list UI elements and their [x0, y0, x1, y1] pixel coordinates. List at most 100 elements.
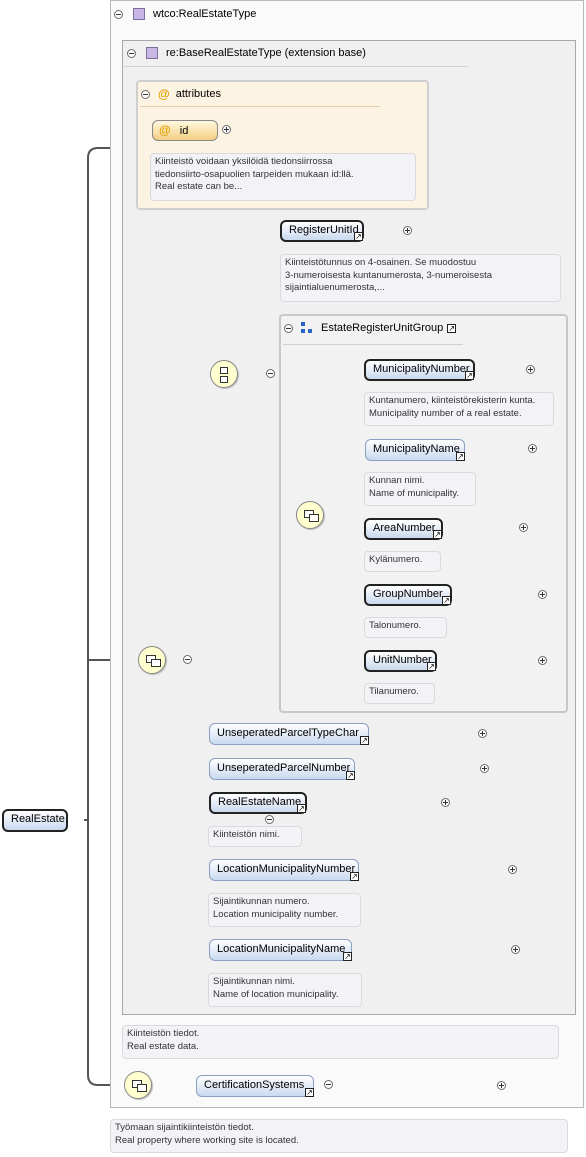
element-label: AreaNumber	[373, 522, 436, 534]
collapse-icon[interactable]	[323, 1080, 333, 1089]
group-header-underline	[283, 344, 463, 345]
collapse-icon[interactable]	[141, 89, 150, 99]
attribute-icon: @	[159, 123, 171, 137]
extension-base-name: re:BaseRealEstateType (extension base)	[166, 47, 366, 59]
reference-icon: ↗	[346, 771, 355, 780]
collapse-icon[interactable]	[265, 815, 274, 824]
type-header: wtco:RealEstateType	[114, 8, 256, 20]
choice-compositor-icon[interactable]	[138, 646, 166, 674]
expand-icon[interactable]	[510, 945, 520, 954]
reference-icon: ↗	[427, 662, 436, 671]
root-element-doc: Työmaan sijaintikiinteistön tiedot. Real…	[110, 1119, 568, 1153]
group-header: EstateRegisterUnitGroup ↗	[284, 322, 457, 334]
reference-icon: ↗	[447, 323, 457, 333]
group-number-doc: Talonumero.	[364, 617, 447, 638]
doc-line: Sijaintikunnan numero.	[213, 896, 310, 907]
expand-icon[interactable]	[222, 125, 231, 134]
element-real-estate-name[interactable]: RealEstateName ↗	[209, 792, 307, 814]
collapse-icon[interactable]	[183, 655, 193, 664]
sequence-compositor-icon[interactable]	[124, 1071, 152, 1099]
doc-line: Kunnan nimi.	[369, 475, 425, 486]
doc-line: Sijaintikunnan nimi.	[213, 976, 295, 987]
doc-line: Real estate can be...	[155, 181, 243, 192]
reference-icon: ↗	[305, 1088, 314, 1097]
doc-line: Name of location municipality.	[213, 988, 339, 1000]
complex-type-icon	[146, 47, 158, 59]
element-municipality-name[interactable]: MunicipalityName ↗	[365, 439, 465, 461]
element-label: CertificationSystems	[204, 1079, 305, 1091]
element-label: RealEstate	[11, 813, 65, 825]
element-certification-systems[interactable]: CertificationSystems ↗	[196, 1075, 314, 1097]
element-unseperated-parcel-number[interactable]: UnseperatedParcelNumber ↗	[209, 758, 355, 780]
doc-line: 3-numeroisesta kuntanumerosta, 3-numeroi…	[285, 269, 492, 281]
attribute-id-label: id	[179, 125, 189, 137]
group-icon	[301, 322, 313, 334]
expand-icon[interactable]	[507, 865, 517, 874]
doc-line: Location municipality number.	[213, 908, 339, 920]
attribute-id-doc: Kiinteistö voidaan yksilöidä tiedonsiirr…	[150, 153, 416, 201]
element-unit-number[interactable]: UnitNumber ↗	[364, 650, 437, 672]
doc-line: Kiinteistötunnus on 4-osainen. Se muodos…	[285, 257, 477, 268]
element-label: MunicipalityNumber	[373, 363, 470, 375]
municipality-number-doc: Kuntanumero, kiinteistörekisterin kunta.…	[364, 392, 554, 426]
element-label: GroupNumber	[373, 588, 443, 600]
element-municipality-number[interactable]: MunicipalityNumber ↗	[364, 359, 475, 381]
area-number-doc: Kylänumero.	[364, 551, 441, 572]
doc-line: Name of municipality.	[369, 487, 460, 499]
type-name: wtco:RealEstateType	[153, 8, 257, 20]
reference-icon: ↗	[343, 952, 352, 961]
element-register-unit-id[interactable]: RegisterUnitId ↗	[280, 220, 364, 242]
element-label: RegisterUnitId	[289, 224, 359, 236]
extension-header: re:BaseRealEstateType (extension base)	[127, 47, 366, 59]
doc-line: Municipality number of a real estate.	[369, 407, 522, 419]
expand-icon[interactable]	[496, 1081, 506, 1090]
element-label: UnseperatedParcelTypeChar	[217, 727, 359, 739]
attribute-id[interactable]: @ id	[152, 120, 218, 141]
reference-icon: ↗	[297, 804, 306, 813]
real-estate-name-doc: Kiinteistön nimi.	[208, 826, 302, 847]
doc-line: Kiinteistön tiedot.	[127, 1028, 200, 1039]
element-label: RealEstateName	[218, 796, 302, 808]
element-label: UnitNumber	[373, 654, 432, 666]
element-group-number[interactable]: GroupNumber ↗	[364, 584, 452, 606]
element-real-estate-root[interactable]: RealEstate	[2, 809, 68, 832]
sequence-compositor-icon[interactable]	[296, 501, 324, 529]
doc-line: Työmaan sijaintikiinteistön tiedot.	[115, 1122, 254, 1133]
element-label: LocationMunicipalityName	[217, 943, 346, 955]
reference-icon: ↗	[354, 232, 363, 241]
complex-type-icon	[133, 8, 145, 20]
reference-icon: ↗	[360, 736, 369, 745]
expand-icon[interactable]	[440, 798, 450, 807]
extension-header-underline	[124, 66, 468, 67]
doc-line: Kylänumero.	[369, 554, 423, 565]
doc-line: Talonumero.	[369, 620, 422, 631]
doc-line: sijaintialuenumerosta,...	[285, 282, 385, 293]
doc-line: Kiinteistön nimi.	[213, 829, 280, 840]
reference-icon: ↗	[350, 872, 359, 881]
expand-icon[interactable]	[537, 656, 547, 665]
collapse-icon[interactable]	[284, 323, 293, 333]
reference-icon: ↗	[433, 530, 442, 539]
sequence-compositor-icon[interactable]	[210, 360, 238, 388]
doc-line: Tilanumero.	[369, 686, 419, 697]
collapse-icon[interactable]	[127, 48, 136, 58]
element-label: MunicipalityName	[373, 443, 460, 455]
element-location-municipality-name[interactable]: LocationMunicipalityName ↗	[209, 939, 352, 961]
expand-icon[interactable]	[477, 729, 487, 738]
element-label: UnseperatedParcelNumber	[217, 762, 351, 774]
attributes-header: @ attributes	[141, 87, 221, 101]
reference-icon: ↗	[465, 371, 474, 380]
reference-icon: ↗	[456, 452, 465, 461]
reference-icon: ↗	[442, 596, 451, 605]
attributes-title: attributes	[175, 88, 221, 100]
location-municipality-name-doc: Sijaintikunnan nimi. Name of location mu…	[208, 973, 362, 1007]
expand-icon[interactable]	[479, 764, 489, 773]
doc-line: Real estate data.	[127, 1040, 199, 1052]
element-area-number[interactable]: AreaNumber ↗	[364, 518, 443, 540]
element-label: LocationMunicipalityNumber	[217, 863, 356, 875]
collapse-icon[interactable]	[114, 9, 123, 19]
element-location-municipality-number[interactable]: LocationMunicipalityNumber ↗	[209, 859, 359, 881]
element-unseperated-parcel-type-char[interactable]: UnseperatedParcelTypeChar ↗	[209, 723, 369, 745]
unit-number-doc: Tilanumero.	[364, 683, 435, 704]
doc-line: Real property where working site is loca…	[115, 1134, 299, 1146]
